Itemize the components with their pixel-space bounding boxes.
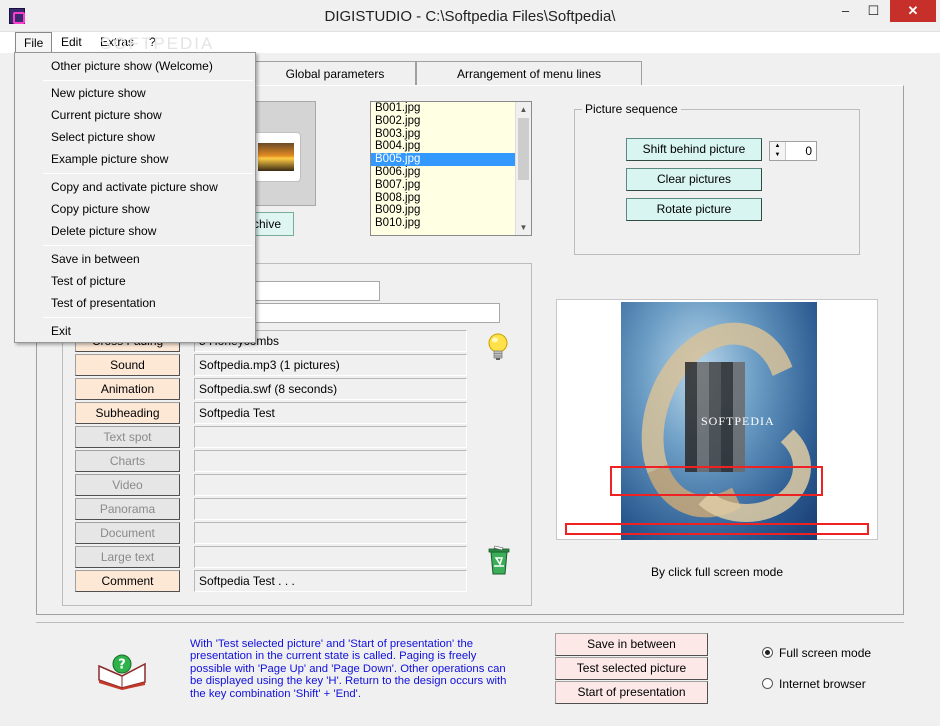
- scroll-up-icon[interactable]: ▲: [516, 102, 531, 117]
- svg-text:?: ?: [118, 658, 126, 673]
- menu-item-other-picture-show[interactable]: Other picture show (Welcome): [51, 59, 213, 73]
- document-value: [194, 522, 467, 544]
- spinner-value: 0: [805, 144, 812, 158]
- video-value: [194, 474, 467, 496]
- recycle-bin-icon[interactable]: [484, 544, 514, 576]
- subheading-button[interactable]: Subheading: [75, 402, 180, 424]
- internet-browser-option[interactable]: Internet browser: [762, 677, 866, 691]
- comment-value: Softpedia Test . . .: [194, 570, 467, 592]
- animation-button[interactable]: Animation: [75, 378, 180, 400]
- test-selected-picture-button[interactable]: Test selected picture: [555, 657, 708, 680]
- picture-preview[interactable]: SOFTPEDIA: [556, 299, 878, 540]
- list-item[interactable]: B003.jpg: [371, 128, 517, 141]
- menu-item-new-picture-show[interactable]: New picture show: [51, 86, 146, 100]
- sound-button[interactable]: Sound: [75, 354, 180, 376]
- list-item[interactable]: B010.jpg: [371, 217, 517, 230]
- comment-button[interactable]: Comment: [75, 570, 180, 592]
- menu-separator: [43, 173, 253, 174]
- menu-item-select-picture-show[interactable]: Select picture show: [51, 130, 155, 144]
- menu-edit[interactable]: Edit: [53, 32, 90, 53]
- text-spot-value: [194, 426, 467, 448]
- list-item[interactable]: B008.jpg: [371, 192, 517, 205]
- minimize-button[interactable]: –: [832, 0, 859, 22]
- panorama-value: [194, 498, 467, 520]
- title-input[interactable]: [254, 281, 380, 301]
- menu-item-test-of-presentation[interactable]: Test of presentation: [51, 296, 156, 310]
- menu-separator: [43, 317, 253, 318]
- file-menu-dropdown: Other picture show (Welcome) New picture…: [14, 52, 256, 343]
- start-presentation-button[interactable]: Start of presentation: [555, 681, 708, 704]
- menu-item-delete-picture-show[interactable]: Delete picture show: [51, 224, 156, 238]
- subheading-value: Softpedia Test: [194, 402, 467, 424]
- preview-caption: By click full screen mode: [650, 565, 784, 579]
- spinner-arrows-icon[interactable]: ▲ ▼: [770, 142, 786, 160]
- close-button[interactable]: ✕: [890, 0, 936, 22]
- scroll-thumb[interactable]: [518, 118, 529, 180]
- menu-item-exit[interactable]: Exit: [51, 324, 71, 338]
- animation-value: Softpedia.swf (8 seconds): [194, 378, 467, 400]
- menu-item-test-of-picture[interactable]: Test of picture: [51, 274, 126, 288]
- charts-value: [194, 450, 467, 472]
- list-item[interactable]: B009.jpg: [371, 204, 517, 217]
- menu-item-copy-picture-show[interactable]: Copy picture show: [51, 202, 150, 216]
- list-item[interactable]: B007.jpg: [371, 179, 517, 192]
- window-title: DIGISTUDIO - C:\Softpedia Files\Softpedi…: [324, 8, 616, 25]
- full-screen-mode-label: Full screen mode: [779, 646, 872, 660]
- radio-unchecked-icon[interactable]: [762, 678, 773, 689]
- charts-button[interactable]: Charts: [75, 450, 180, 472]
- text-spot-button[interactable]: Text spot: [75, 426, 180, 448]
- large-text-value: [194, 546, 467, 568]
- menu-file[interactable]: File: [15, 32, 53, 53]
- list-item[interactable]: B002.jpg: [371, 115, 517, 128]
- list-item[interactable]: B001.jpg: [371, 102, 517, 115]
- description-input[interactable]: [254, 303, 500, 323]
- maximize-button[interactable]: ☐: [860, 0, 887, 22]
- comment-spot-box: [565, 523, 869, 535]
- menu-item-copy-activate-picture-show[interactable]: Copy and activate picture show: [51, 180, 218, 194]
- title-bar: DIGISTUDIO - C:\Softpedia Files\Softpedi…: [0, 0, 940, 32]
- full-screen-mode-option[interactable]: Full screen mode: [762, 646, 871, 660]
- menu-item-save-in-between[interactable]: Save in between: [51, 252, 140, 266]
- subheading-spot-box: [610, 466, 823, 496]
- shift-behind-picture-button[interactable]: Shift behind picture: [626, 138, 762, 161]
- tab-arrangement-menu-lines[interactable]: Arrangement of menu lines: [416, 61, 642, 85]
- shift-count-spinner[interactable]: ▲ ▼ 0: [769, 141, 817, 161]
- list-item-selected[interactable]: B005.jpg: [371, 153, 517, 166]
- panorama-button[interactable]: Panorama: [75, 498, 180, 520]
- lightbulb-icon[interactable]: [486, 332, 510, 364]
- tab-global-parameters[interactable]: Global parameters: [254, 61, 416, 85]
- softpedia-watermark: SOFTPEDIA: [100, 34, 215, 53]
- video-button[interactable]: Video: [75, 474, 180, 496]
- menu-separator: [43, 245, 253, 246]
- sound-value: Softpedia.mp3 (1 pictures): [194, 354, 467, 376]
- document-button[interactable]: Document: [75, 522, 180, 544]
- menu-separator: [43, 80, 253, 81]
- preview-image: SOFTPEDIA: [621, 302, 817, 540]
- list-item[interactable]: B004.jpg: [371, 140, 517, 153]
- presentation-info-text: With 'Test selected picture' and 'Start …: [190, 638, 507, 700]
- internet-browser-label: Internet browser: [779, 677, 866, 691]
- preview-watermark: SOFTPEDIA: [701, 414, 775, 428]
- large-text-button[interactable]: Large text: [75, 546, 180, 568]
- menu-item-example-picture-show[interactable]: Example picture show: [51, 152, 168, 166]
- list-item[interactable]: B006.jpg: [371, 166, 517, 179]
- file-list-scrollbar[interactable]: ▲ ▼: [515, 102, 531, 235]
- scroll-down-icon[interactable]: ▼: [516, 220, 531, 235]
- save-in-between-button[interactable]: Save in between: [555, 633, 708, 656]
- picture-thumbnail[interactable]: [251, 132, 301, 182]
- help-book-icon[interactable]: ?: [96, 652, 148, 690]
- clear-pictures-button[interactable]: Clear pictures: [626, 168, 762, 191]
- sunset-image: [258, 143, 294, 171]
- rotate-picture-button[interactable]: Rotate picture: [626, 198, 762, 221]
- picture-sequence-legend: Picture sequence: [582, 102, 681, 116]
- picture-file-list[interactable]: B001.jpg B002.jpg B003.jpg B004.jpg B005…: [370, 101, 532, 236]
- menu-item-current-picture-show[interactable]: Current picture show: [51, 108, 162, 122]
- radio-checked-icon[interactable]: [762, 647, 773, 658]
